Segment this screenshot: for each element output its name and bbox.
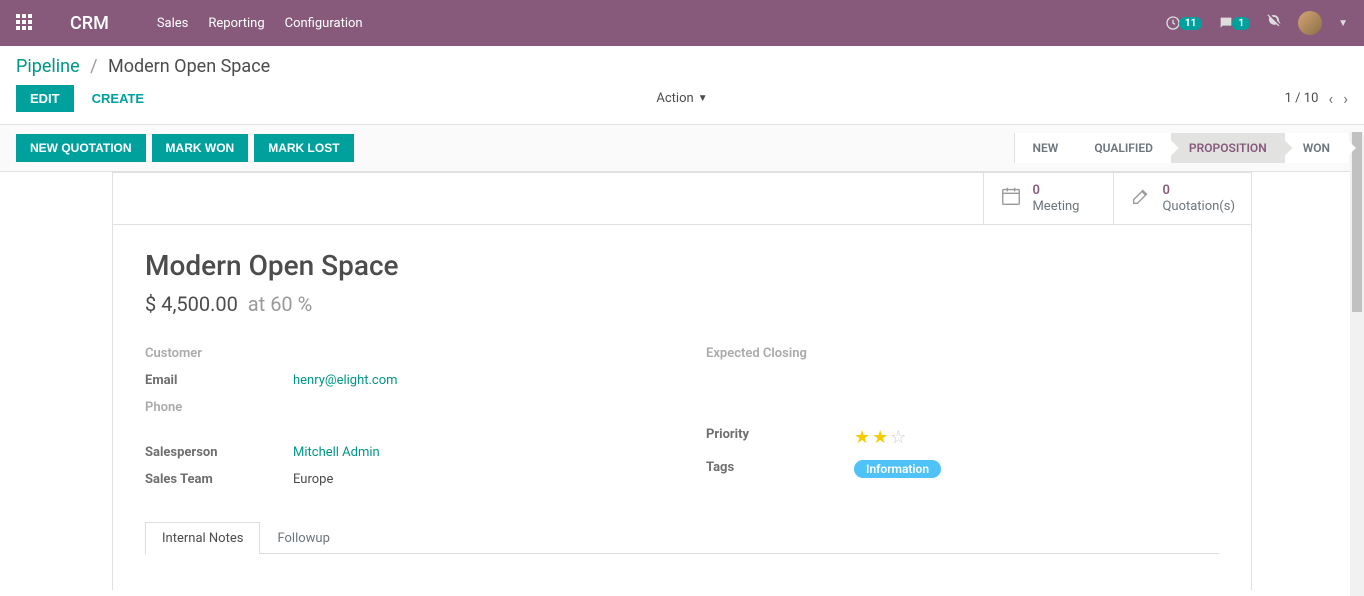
field-col-left: Customer Email henry@elight.com Phone Sa…	[145, 340, 658, 493]
scrollbar-track[interactable]	[1350, 132, 1364, 596]
activity-badge: 11	[1179, 17, 1202, 30]
tag-information[interactable]: Information	[854, 460, 941, 478]
tab-content	[145, 554, 1219, 590]
pager-text[interactable]: 1 / 10	[1285, 91, 1319, 106]
star-2-icon[interactable]: ★	[872, 427, 888, 448]
mark-lost-button[interactable]: MARK LOST	[254, 134, 353, 162]
new-quotation-button[interactable]: NEW QUOTATION	[16, 134, 146, 162]
field-salesperson: Salesperson Mitchell Admin	[145, 439, 658, 466]
breadcrumb-parent[interactable]: Pipeline	[16, 56, 80, 77]
field-tags-value[interactable]: Information	[854, 460, 941, 478]
chat-badge: 1	[1232, 17, 1250, 30]
chevron-down-icon: ▼	[698, 93, 708, 104]
star-1-icon[interactable]: ★	[854, 427, 870, 448]
stage-new[interactable]: NEW	[1014, 133, 1077, 163]
user-menu-caret-icon[interactable]: ▼	[1338, 18, 1348, 29]
field-col-right: Expected Closing Priority ★ ★ ☆	[706, 340, 1219, 493]
field-tags-label: Tags	[706, 460, 854, 478]
field-salesperson-label: Salesperson	[145, 445, 293, 460]
stages: NEW QUALIFIED PROPOSITION WON	[1014, 133, 1348, 163]
field-phone: Phone	[145, 394, 658, 421]
stat-meeting[interactable]: 0 Meeting	[983, 173, 1113, 224]
create-button[interactable]: CREATE	[78, 85, 158, 112]
field-email: Email henry@elight.com	[145, 367, 658, 394]
pager-prev-icon[interactable]: ‹	[1328, 89, 1333, 108]
field-expected-closing-label: Expected Closing	[706, 346, 854, 361]
field-sales-team-label: Sales Team	[145, 472, 293, 487]
field-priority: Priority ★ ★ ☆	[706, 421, 1219, 454]
breadcrumb: Pipeline / Modern Open Space	[16, 56, 270, 77]
action-dropdown[interactable]: Action ▼	[656, 91, 707, 106]
actions-row: EDIT CREATE Action ▼ 1 / 10 ‹ ›	[0, 81, 1364, 124]
calendar-icon	[1000, 185, 1022, 212]
nav-sales[interactable]: Sales	[157, 16, 189, 31]
scrollbar-thumb[interactable]	[1352, 132, 1362, 312]
field-customer-label: Customer	[145, 346, 293, 361]
button-bar: NEW QUOTATION MARK WON MARK LOST NEW QUA…	[0, 124, 1364, 172]
field-salesperson-value[interactable]: Mitchell Admin	[293, 445, 380, 460]
apps-icon[interactable]	[16, 14, 34, 32]
top-nav: Sales Reporting Configuration	[157, 16, 363, 31]
tab-internal-notes[interactable]: Internal Notes	[145, 522, 260, 554]
field-sales-team: Sales Team Europe	[145, 466, 658, 493]
stage-won[interactable]: WON	[1285, 133, 1348, 163]
topbar: CRM Sales Reporting Configuration 11 1 ▼	[0, 0, 1364, 46]
pager-next-icon[interactable]: ›	[1343, 89, 1348, 108]
priority-stars: ★ ★ ☆	[854, 427, 906, 448]
stat-quotation[interactable]: 0 Quotation(s)	[1113, 173, 1251, 224]
breadcrumb-separator: /	[90, 56, 97, 77]
tabs: Internal Notes Followup	[145, 521, 1219, 554]
record-title: Modern Open Space	[145, 249, 1219, 282]
brand-title[interactable]: CRM	[70, 13, 109, 34]
edit-icon	[1130, 185, 1152, 212]
stat-quotation-label: Quotation(s)	[1162, 199, 1235, 215]
mark-won-button[interactable]: MARK WON	[152, 134, 249, 162]
chat-icon[interactable]: 1	[1218, 15, 1250, 31]
record-at-label: at	[248, 292, 265, 316]
stage-qualified[interactable]: QUALIFIED	[1076, 133, 1171, 163]
tab-followup[interactable]: Followup	[260, 522, 346, 554]
field-expected-closing: Expected Closing	[706, 340, 1219, 367]
stat-buttons: 0 Meeting 0 Quotation(s)	[113, 173, 1251, 225]
action-label: Action	[656, 91, 693, 106]
activity-icon[interactable]: 11	[1165, 15, 1202, 31]
fields: Customer Email henry@elight.com Phone Sa…	[145, 340, 1219, 493]
stat-quotation-count: 0	[1162, 183, 1235, 199]
field-email-value[interactable]: henry@elight.com	[293, 373, 398, 388]
pager: 1 / 10 ‹ ›	[1285, 89, 1348, 108]
star-3-icon[interactable]: ☆	[890, 427, 906, 448]
content-wrap: 0 Meeting 0 Quotation(s) Modern Open Spa…	[0, 172, 1364, 590]
field-priority-label: Priority	[706, 427, 854, 448]
avatar[interactable]	[1298, 11, 1322, 35]
field-phone-label: Phone	[145, 400, 293, 415]
stage-proposition[interactable]: PROPOSITION	[1171, 133, 1285, 163]
sheet-body: Modern Open Space $ 4,500.00 at 60 % Cus…	[113, 225, 1251, 590]
edit-button[interactable]: EDIT	[16, 85, 74, 112]
field-customer: Customer	[145, 340, 658, 367]
stat-meeting-label: Meeting	[1032, 199, 1079, 215]
stat-meeting-count: 0	[1032, 183, 1079, 199]
record-probability: 60 %	[270, 292, 312, 316]
nav-configuration[interactable]: Configuration	[285, 16, 363, 31]
breadcrumb-current: Modern Open Space	[108, 56, 270, 77]
debug-icon[interactable]	[1266, 13, 1282, 33]
field-tags: Tags Information	[706, 454, 1219, 484]
record-subtitle: $ 4,500.00 at 60 %	[145, 292, 1219, 316]
field-email-label: Email	[145, 373, 293, 388]
nav-reporting[interactable]: Reporting	[208, 16, 264, 31]
breadcrumb-row: Pipeline / Modern Open Space	[0, 46, 1364, 81]
record-amount: $ 4,500.00	[145, 292, 238, 316]
sheet: 0 Meeting 0 Quotation(s) Modern Open Spa…	[112, 172, 1252, 590]
field-sales-team-value[interactable]: Europe	[293, 472, 333, 487]
